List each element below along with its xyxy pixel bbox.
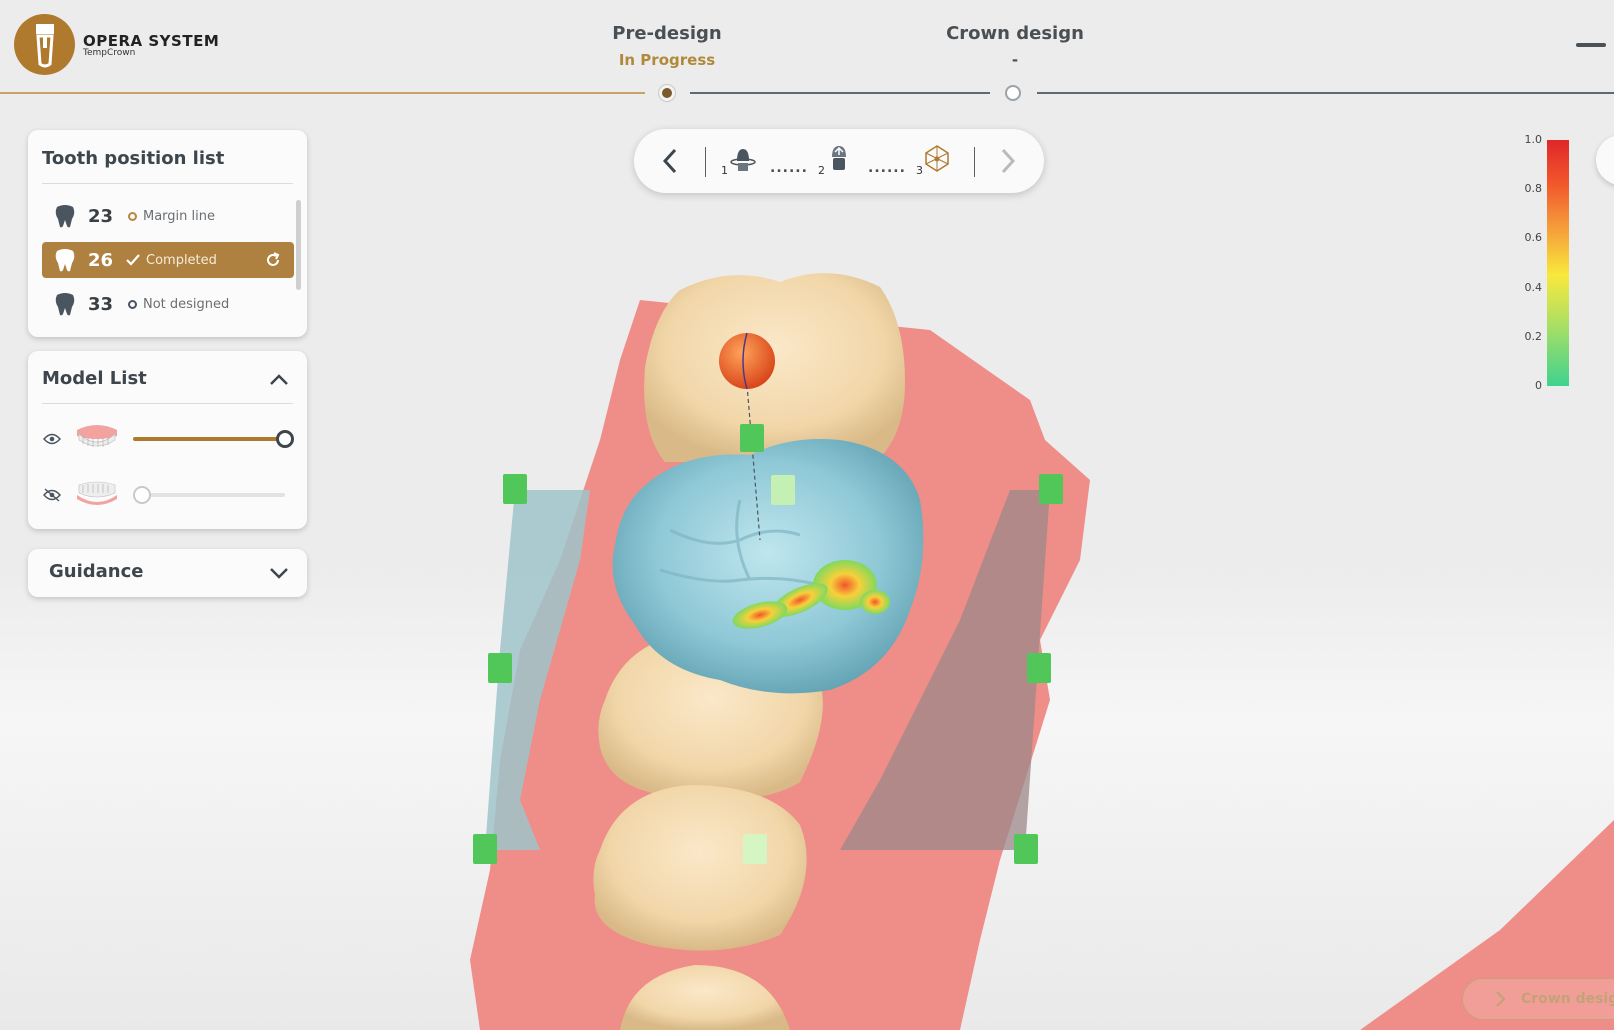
scale-label: 0.8 <box>1524 182 1543 195</box>
dots: ...... <box>868 160 906 176</box>
scale-label: 0.6 <box>1524 231 1543 244</box>
contact-heatmap-area <box>772 583 828 617</box>
divider <box>42 403 293 404</box>
step-status: In Progress <box>618 51 716 69</box>
step-dot-inactive[interactable] <box>1005 85 1021 101</box>
3d-axis-tool-icon[interactable] <box>922 143 952 173</box>
minimize-button[interactable] <box>1576 43 1606 47</box>
boundary-plane-right <box>840 490 1050 850</box>
chevron-right-icon[interactable] <box>1000 148 1016 174</box>
contact-heatmap-area <box>860 590 890 614</box>
step-label: Pre-design <box>612 23 722 44</box>
step-pre-design[interactable]: Pre-design In Progress <box>597 23 737 69</box>
tooth-27[interactable] <box>644 273 905 462</box>
boundary-plane-left <box>485 490 590 850</box>
tooth-item-23[interactable]: 23 Margin line <box>42 198 294 234</box>
scale-label: 1.0 <box>1524 133 1543 146</box>
step-toolbar: 1 ...... 2 ...... 3 <box>634 129 1044 193</box>
next-crown-design-button[interactable]: Crown design <box>1462 978 1614 1020</box>
divider <box>42 183 293 184</box>
step-crown-design[interactable]: Crown design - <box>935 23 1095 69</box>
separator <box>974 147 975 177</box>
lower-jaw-model-icon <box>77 481 117 505</box>
tooth-25[interactable] <box>598 631 823 800</box>
tooth-number: 23 <box>88 205 114 227</box>
panel-title: Model List <box>42 368 147 389</box>
chevron-down-icon[interactable] <box>269 566 289 580</box>
status-ring-icon <box>128 299 137 309</box>
scale-label: 0 <box>1535 379 1542 392</box>
model-list-panel: Model List <box>28 351 307 529</box>
opacity-slider-track[interactable] <box>133 437 285 441</box>
control-handles[interactable] <box>473 424 1063 864</box>
chevron-up-icon[interactable] <box>269 373 289 387</box>
chevron-left-icon[interactable] <box>662 148 678 174</box>
tool-step-number: 1 <box>721 164 728 177</box>
chevron-right-icon <box>1496 991 1506 1007</box>
contact-heatmap-area <box>813 560 877 610</box>
tooth-icon <box>55 205 75 228</box>
button-label: Crown design <box>1521 991 1614 1007</box>
insertion-axis-line <box>746 384 761 541</box>
step-dot-active[interactable] <box>659 85 675 101</box>
app-logo: OPERA SYSTEM TempCrown <box>14 14 219 75</box>
tooth-icon <box>55 249 75 272</box>
contact-heatmap-area <box>732 601 788 629</box>
step-label: Crown design <box>946 23 1084 44</box>
upper-jaw-model-icon <box>77 425 117 447</box>
app-name: OPERA SYSTEM <box>83 31 220 50</box>
crown-26[interactable] <box>612 439 924 694</box>
tooth-item-33[interactable]: 33 Not designed <box>42 286 294 322</box>
panel-title: Tooth position list <box>42 148 225 169</box>
check-icon <box>126 254 140 266</box>
scale-label: 0.4 <box>1524 281 1543 294</box>
dots: ...... <box>770 160 808 176</box>
progress-line-pending <box>1037 92 1614 94</box>
opacity-slider-knob[interactable] <box>276 430 294 448</box>
tooth-list-scrollbar[interactable] <box>296 200 301 290</box>
tooth-icon <box>55 293 75 316</box>
side-tool-button[interactable] <box>1596 135 1614 185</box>
tooth-position-panel: Tooth position list 23 Margin line 26 Co… <box>28 130 307 337</box>
tooth-status: Completed <box>146 252 217 268</box>
distance-color-scale <box>1547 140 1569 386</box>
eye-hidden-icon[interactable] <box>43 488 61 502</box>
gingiva-model[interactable] <box>470 300 1614 1030</box>
tooth-number: 26 <box>88 249 114 271</box>
opacity-slider-track[interactable] <box>133 493 285 497</box>
eye-icon[interactable] <box>43 433 61 445</box>
tooth-number: 33 <box>88 293 114 315</box>
tooth-24[interactable] <box>593 785 807 951</box>
insertion-axis-tool-icon[interactable] <box>728 144 758 174</box>
panel-title: Guidance <box>49 561 144 582</box>
insertion-axis-handle[interactable] <box>719 333 775 389</box>
separator <box>705 147 706 177</box>
scale-label: 0.2 <box>1524 330 1543 343</box>
tooth-23[interactable] <box>620 965 790 1030</box>
status-ring-icon <box>128 211 137 221</box>
tooth-status: Not designed <box>143 296 230 312</box>
progress-line-done <box>0 92 645 94</box>
step-status: - <box>1011 51 1019 69</box>
opacity-slider-knob[interactable] <box>133 486 151 504</box>
tooth-item-26[interactable]: 26 Completed <box>42 242 294 278</box>
progress-line-pending <box>690 92 990 94</box>
redo-icon[interactable] <box>264 251 282 269</box>
guidance-panel[interactable]: Guidance <box>28 549 307 597</box>
tooth-status: Margin line <box>143 208 215 224</box>
margin-tool-icon[interactable] <box>824 143 854 173</box>
crown-logo-icon <box>14 14 75 75</box>
